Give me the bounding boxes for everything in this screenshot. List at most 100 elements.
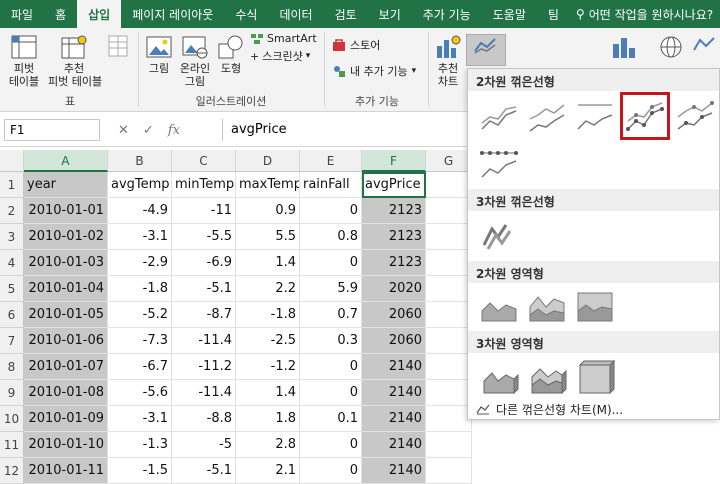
store-button[interactable]: 스토어 bbox=[332, 38, 380, 52]
row-header[interactable]: 3 bbox=[0, 224, 24, 250]
cell-A12[interactable]: 2010-01-11 bbox=[24, 458, 108, 484]
cell-C7[interactable]: -11.4 bbox=[172, 328, 236, 354]
chart-thumb-stacked-line[interactable] bbox=[524, 95, 570, 139]
cell-E4[interactable]: 0 bbox=[300, 250, 362, 276]
cell-B3[interactable]: -3.1 bbox=[108, 224, 172, 250]
cell-D3[interactable]: 5.5 bbox=[236, 224, 300, 250]
row-header[interactable]: 10 bbox=[0, 406, 24, 432]
cell-F3[interactable]: 2123 bbox=[362, 224, 426, 250]
column-header-E[interactable]: E bbox=[300, 150, 362, 172]
chart-thumb-stacked-line-markers[interactable] bbox=[672, 95, 718, 139]
cell-G8[interactable] bbox=[426, 354, 472, 380]
cell-A7[interactable]: 2010-01-06 bbox=[24, 328, 108, 354]
cell-G12[interactable] bbox=[426, 458, 472, 484]
cell-F1[interactable]: avgPrice bbox=[362, 172, 426, 198]
cell-E9[interactable]: 0 bbox=[300, 380, 362, 406]
cell-A10[interactable]: 2010-01-09 bbox=[24, 406, 108, 432]
cell-G10[interactable] bbox=[426, 406, 472, 432]
pivot-table-button[interactable]: 피벗 테이블 bbox=[4, 34, 44, 88]
recommended-charts-button[interactable]: 추천 차트 bbox=[432, 34, 464, 88]
cell-A1[interactable]: year bbox=[24, 172, 108, 198]
cell-D12[interactable]: 2.1 bbox=[236, 458, 300, 484]
screenshot-button[interactable]: + 스크린샷 ▾ bbox=[250, 50, 310, 63]
chart-thumb-3d-line[interactable] bbox=[476, 215, 522, 259]
chart-thumb-3d-area[interactable] bbox=[476, 355, 522, 399]
cell-F2[interactable]: 2123 bbox=[362, 198, 426, 224]
tab-0[interactable]: 파일 bbox=[0, 0, 44, 28]
cell-C1[interactable]: minTemp bbox=[172, 172, 236, 198]
row-header[interactable]: 6 bbox=[0, 302, 24, 328]
tab-9[interactable]: 도움말 bbox=[482, 0, 537, 28]
formula-input[interactable]: avgPrice bbox=[222, 119, 467, 141]
column-header-C[interactable]: C bbox=[172, 150, 236, 172]
chart-thumb-stacked-area[interactable] bbox=[524, 285, 570, 329]
cell-G1[interactable] bbox=[426, 172, 472, 198]
tab-10[interactable]: 팀 bbox=[537, 0, 570, 28]
select-all-corner[interactable] bbox=[0, 150, 24, 172]
cell-C6[interactable]: -8.7 bbox=[172, 302, 236, 328]
cell-B8[interactable]: -6.7 bbox=[108, 354, 172, 380]
cell-E11[interactable]: 0 bbox=[300, 432, 362, 458]
row-header[interactable]: 7 bbox=[0, 328, 24, 354]
cancel-icon[interactable]: ✕ bbox=[118, 123, 129, 138]
cell-E3[interactable]: 0.8 bbox=[300, 224, 362, 250]
cell-G4[interactable] bbox=[426, 250, 472, 276]
cell-C10[interactable]: -8.8 bbox=[172, 406, 236, 432]
tab-7[interactable]: 보기 bbox=[368, 0, 412, 28]
line-chart-dropdown-button[interactable] bbox=[466, 34, 506, 66]
recommended-pivot-button[interactable]: 추천 피벗 테이블 bbox=[48, 34, 102, 88]
column-header-B[interactable]: B bbox=[108, 150, 172, 172]
confirm-icon[interactable]: ✓ bbox=[143, 123, 154, 138]
row-header[interactable]: 8 bbox=[0, 354, 24, 380]
tab-4[interactable]: 수식 bbox=[224, 0, 268, 28]
column-header-F[interactable]: F bbox=[362, 150, 426, 172]
row-header[interactable]: 12 bbox=[0, 458, 24, 484]
my-addins-button[interactable]: 내 추가 기능 ▾ bbox=[332, 64, 416, 78]
tab-2[interactable]: 삽입 bbox=[77, 0, 122, 28]
cell-D9[interactable]: 1.4 bbox=[236, 380, 300, 406]
cell-G6[interactable] bbox=[426, 302, 472, 328]
cell-G11[interactable] bbox=[426, 432, 472, 458]
cell-E5[interactable]: 5.9 bbox=[300, 276, 362, 302]
cell-D10[interactable]: 1.8 bbox=[236, 406, 300, 432]
cell-C5[interactable]: -5.1 bbox=[172, 276, 236, 302]
row-header[interactable]: 1 bbox=[0, 172, 24, 198]
tab-1[interactable]: 홈 bbox=[44, 0, 77, 28]
cell-C11[interactable]: -5 bbox=[172, 432, 236, 458]
row-header[interactable]: 4 bbox=[0, 250, 24, 276]
cell-G5[interactable] bbox=[426, 276, 472, 302]
cell-A2[interactable]: 2010-01-01 bbox=[24, 198, 108, 224]
cell-E10[interactable]: 0.1 bbox=[300, 406, 362, 432]
row-header[interactable]: 2 bbox=[0, 198, 24, 224]
cell-B9[interactable]: -5.6 bbox=[108, 380, 172, 406]
shapes-button[interactable]: 도형 bbox=[214, 34, 248, 75]
cell-B12[interactable]: -1.5 bbox=[108, 458, 172, 484]
chart-thumb-100-stacked-area[interactable] bbox=[572, 285, 618, 329]
cell-D4[interactable]: 1.4 bbox=[236, 250, 300, 276]
cell-C8[interactable]: -11.2 bbox=[172, 354, 236, 380]
chart-thumb-line[interactable] bbox=[476, 95, 522, 139]
cell-D11[interactable]: 2.8 bbox=[236, 432, 300, 458]
cell-A8[interactable]: 2010-01-07 bbox=[24, 354, 108, 380]
cell-E1[interactable]: rainFall bbox=[300, 172, 362, 198]
cell-D1[interactable]: maxTemp bbox=[236, 172, 300, 198]
picture-button[interactable]: 그림 bbox=[142, 34, 176, 75]
cell-F10[interactable]: 2140 bbox=[362, 406, 426, 432]
cell-B10[interactable]: -3.1 bbox=[108, 406, 172, 432]
tab-6[interactable]: 검토 bbox=[324, 0, 368, 28]
cell-B5[interactable]: -1.8 bbox=[108, 276, 172, 302]
chart-thumb-100-stacked-line-markers[interactable] bbox=[476, 143, 522, 187]
column-header-G[interactable]: G bbox=[426, 150, 472, 172]
cell-B11[interactable]: -1.3 bbox=[108, 432, 172, 458]
cell-A11[interactable]: 2010-01-10 bbox=[24, 432, 108, 458]
cell-C4[interactable]: -6.9 bbox=[172, 250, 236, 276]
online-picture-button[interactable]: 온라인 그림 bbox=[176, 34, 214, 88]
name-box[interactable]: F1 bbox=[4, 119, 100, 141]
cell-G9[interactable] bbox=[426, 380, 472, 406]
cell-D8[interactable]: -1.2 bbox=[236, 354, 300, 380]
cell-F11[interactable]: 2140 bbox=[362, 432, 426, 458]
tab-5[interactable]: 데이터 bbox=[268, 0, 323, 28]
row-header[interactable]: 5 bbox=[0, 276, 24, 302]
table-button[interactable] bbox=[104, 34, 132, 60]
cell-A5[interactable]: 2010-01-04 bbox=[24, 276, 108, 302]
